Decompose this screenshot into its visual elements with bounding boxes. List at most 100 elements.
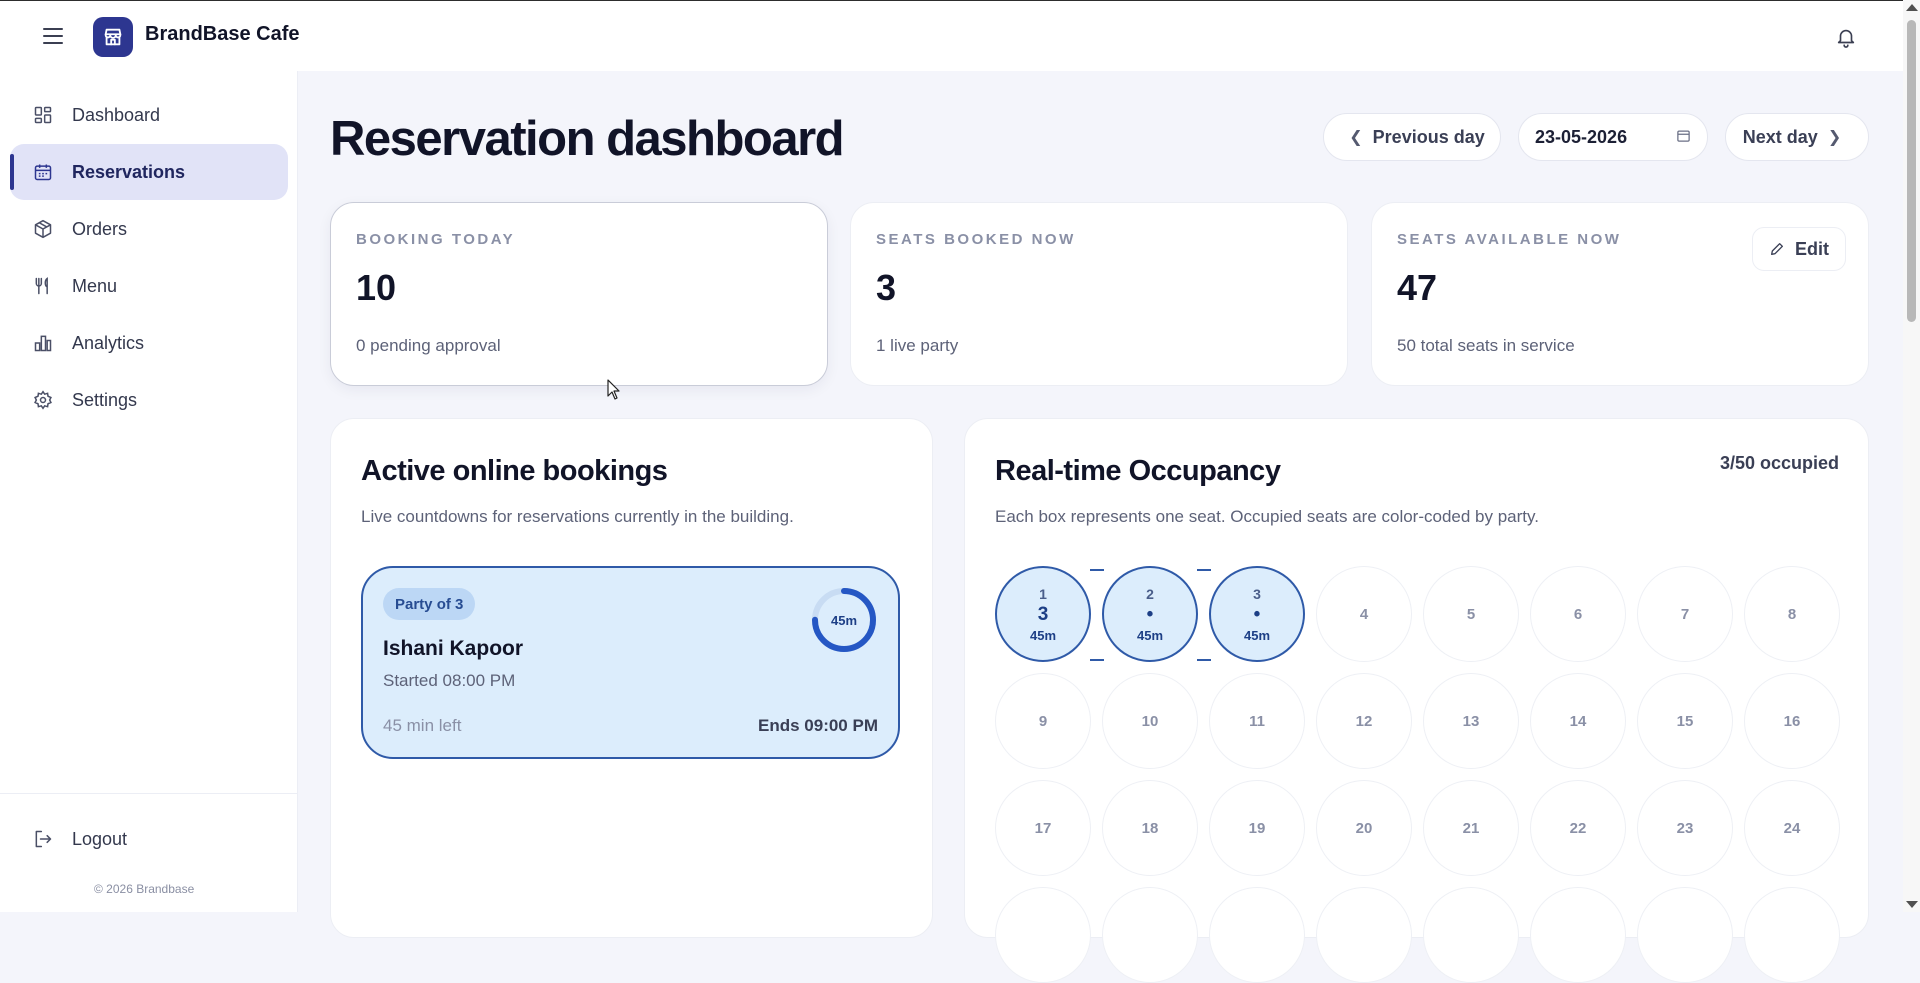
calendar-icon xyxy=(32,161,54,183)
sidebar-item-menu[interactable]: Menu xyxy=(10,258,288,314)
seat[interactable]: 5 xyxy=(1423,566,1519,662)
seat[interactable]: 4 xyxy=(1316,566,1412,662)
booking-card[interactable]: Party of 3 Ishani Kapoor Started 08:00 P… xyxy=(361,566,900,759)
seat[interactable]: 12 xyxy=(1316,673,1412,769)
logout-icon xyxy=(32,828,54,850)
party-link xyxy=(1197,659,1211,661)
start-time: Started 08:00 PM xyxy=(383,671,516,690)
seat[interactable]: 24 xyxy=(1744,780,1840,876)
guest-name: Ishani Kapoor xyxy=(383,637,524,660)
sidebar-item-label: Reservations xyxy=(72,161,186,182)
pencil-icon xyxy=(1771,243,1783,255)
seat[interactable]: 16 xyxy=(1744,673,1840,769)
stat-card-seats-booked: SEATS BOOKED NOW 3 1 live party xyxy=(850,202,1348,386)
stat-subtext: 50 total seats in service xyxy=(1397,336,1575,355)
seat[interactable]: 15 xyxy=(1637,673,1733,769)
seat-party: • xyxy=(1146,603,1154,625)
scrollbar-thumb[interactable] xyxy=(1907,20,1916,322)
seat[interactable]: 20 xyxy=(1316,780,1412,876)
stat-subtext: 1 live party xyxy=(876,336,959,355)
stat-card-seats-available: SEATS AVAILABLE NOW 47 50 total seats in… xyxy=(1371,202,1869,386)
seat[interactable] xyxy=(1744,887,1840,983)
seat[interactable]: 10 xyxy=(1102,673,1198,769)
hamburger-icon xyxy=(43,28,63,30)
stat-subtext: 0 pending approval xyxy=(356,336,501,355)
next-day-label: Next day xyxy=(1742,126,1818,147)
notifications-button[interactable] xyxy=(1828,19,1864,55)
box-icon xyxy=(32,218,54,240)
seat[interactable]: 18 xyxy=(1102,780,1198,876)
previous-day-button[interactable]: ❮ Previous day xyxy=(1323,113,1501,161)
date-value: 23-05-2026 xyxy=(1535,126,1628,147)
chevron-left-icon: ❮ xyxy=(1349,129,1363,146)
seat[interactable] xyxy=(1209,887,1305,983)
seat[interactable]: 8 xyxy=(1744,566,1840,662)
countdown-ring: 45m xyxy=(812,588,876,652)
seat[interactable]: 7 xyxy=(1637,566,1733,662)
active-bookings-title: Active online bookings xyxy=(361,455,668,487)
sidebar-item-settings[interactable]: Settings xyxy=(10,372,288,428)
seat-occupied[interactable]: 1 3 45m xyxy=(995,566,1091,662)
utensils-icon xyxy=(32,275,54,297)
stat-card-booking-today: BOOKING TODAY 10 0 pending approval xyxy=(330,202,828,386)
sidebar-item-orders[interactable]: Orders xyxy=(10,201,288,257)
seat[interactable] xyxy=(1316,887,1412,983)
calendar-icon[interactable] xyxy=(1676,127,1691,148)
seat[interactable] xyxy=(1530,887,1626,983)
stat-label: SEATS AVAILABLE NOW xyxy=(1397,231,1622,248)
party-link xyxy=(1090,569,1104,571)
seat[interactable]: 17 xyxy=(995,780,1091,876)
seat-time: 45m xyxy=(1136,627,1164,643)
seat[interactable]: 9 xyxy=(995,673,1091,769)
seat[interactable]: 14 xyxy=(1530,673,1626,769)
seat[interactable]: 21 xyxy=(1423,780,1519,876)
date-input[interactable]: 23-05-2026 xyxy=(1518,113,1708,161)
sidebar-item-reservations[interactable]: Reservations xyxy=(10,144,288,200)
seat[interactable]: 6 xyxy=(1530,566,1626,662)
bar-chart-icon xyxy=(32,332,54,354)
seat-occupied[interactable]: 2 • 45m xyxy=(1102,566,1198,662)
top-bar: BrandBase Cafe xyxy=(0,0,1920,71)
seat-occupied[interactable]: 3 • 45m xyxy=(1209,566,1305,662)
seat-party: • xyxy=(1253,603,1261,625)
brand-name: BrandBase Cafe xyxy=(145,23,300,45)
seat-time: 45m xyxy=(1243,627,1271,643)
seat[interactable]: 19 xyxy=(1209,780,1305,876)
time-left: 45 min left xyxy=(383,716,462,735)
store-icon xyxy=(93,17,133,57)
seat[interactable] xyxy=(995,887,1091,983)
seat[interactable]: 23 xyxy=(1637,780,1733,876)
party-link xyxy=(1090,659,1104,661)
next-day-button[interactable]: Next day ❯ xyxy=(1725,113,1869,161)
seat-number: 2 xyxy=(1146,585,1154,602)
menu-toggle-button[interactable] xyxy=(30,22,76,50)
scroll-up-arrow-icon[interactable] xyxy=(1906,4,1918,11)
scroll-down-arrow-icon[interactable] xyxy=(1906,901,1918,908)
seat[interactable]: 22 xyxy=(1530,780,1626,876)
sidebar-item-dashboard[interactable]: Dashboard xyxy=(10,87,288,143)
seat[interactable]: 13 xyxy=(1423,673,1519,769)
gear-icon xyxy=(32,389,54,411)
seat-number: 1 xyxy=(1039,585,1047,602)
stat-label: SEATS BOOKED NOW xyxy=(876,231,1076,248)
page-title: Reservation dashboard xyxy=(330,112,845,166)
sidebar-item-analytics[interactable]: Analytics xyxy=(10,315,288,371)
edit-label: Edit xyxy=(1795,238,1829,259)
logout-label: Logout xyxy=(72,828,128,849)
seat[interactable]: 11 xyxy=(1209,673,1305,769)
countdown-label: 45m xyxy=(831,613,857,628)
seat[interactable] xyxy=(1637,887,1733,983)
sidebar-item-label: Orders xyxy=(72,218,128,239)
active-bookings-description: Live countdowns for reservations current… xyxy=(361,507,794,526)
party-size-badge: Party of 3 xyxy=(383,588,476,620)
seat[interactable] xyxy=(1102,887,1198,983)
main-content: Reservation dashboard ❮ Previous day 23-… xyxy=(299,71,1899,983)
seat[interactable] xyxy=(1423,887,1519,983)
page-scrollbar[interactable] xyxy=(1903,0,1920,912)
occupancy-panel: Real-time Occupancy Each box represents … xyxy=(964,418,1869,983)
edit-seats-button[interactable]: Edit xyxy=(1752,227,1846,271)
grid-icon xyxy=(32,104,54,126)
logout-button[interactable]: Logout xyxy=(10,811,288,867)
seat-number: 3 xyxy=(1253,585,1261,602)
sidebar-divider xyxy=(0,793,298,794)
